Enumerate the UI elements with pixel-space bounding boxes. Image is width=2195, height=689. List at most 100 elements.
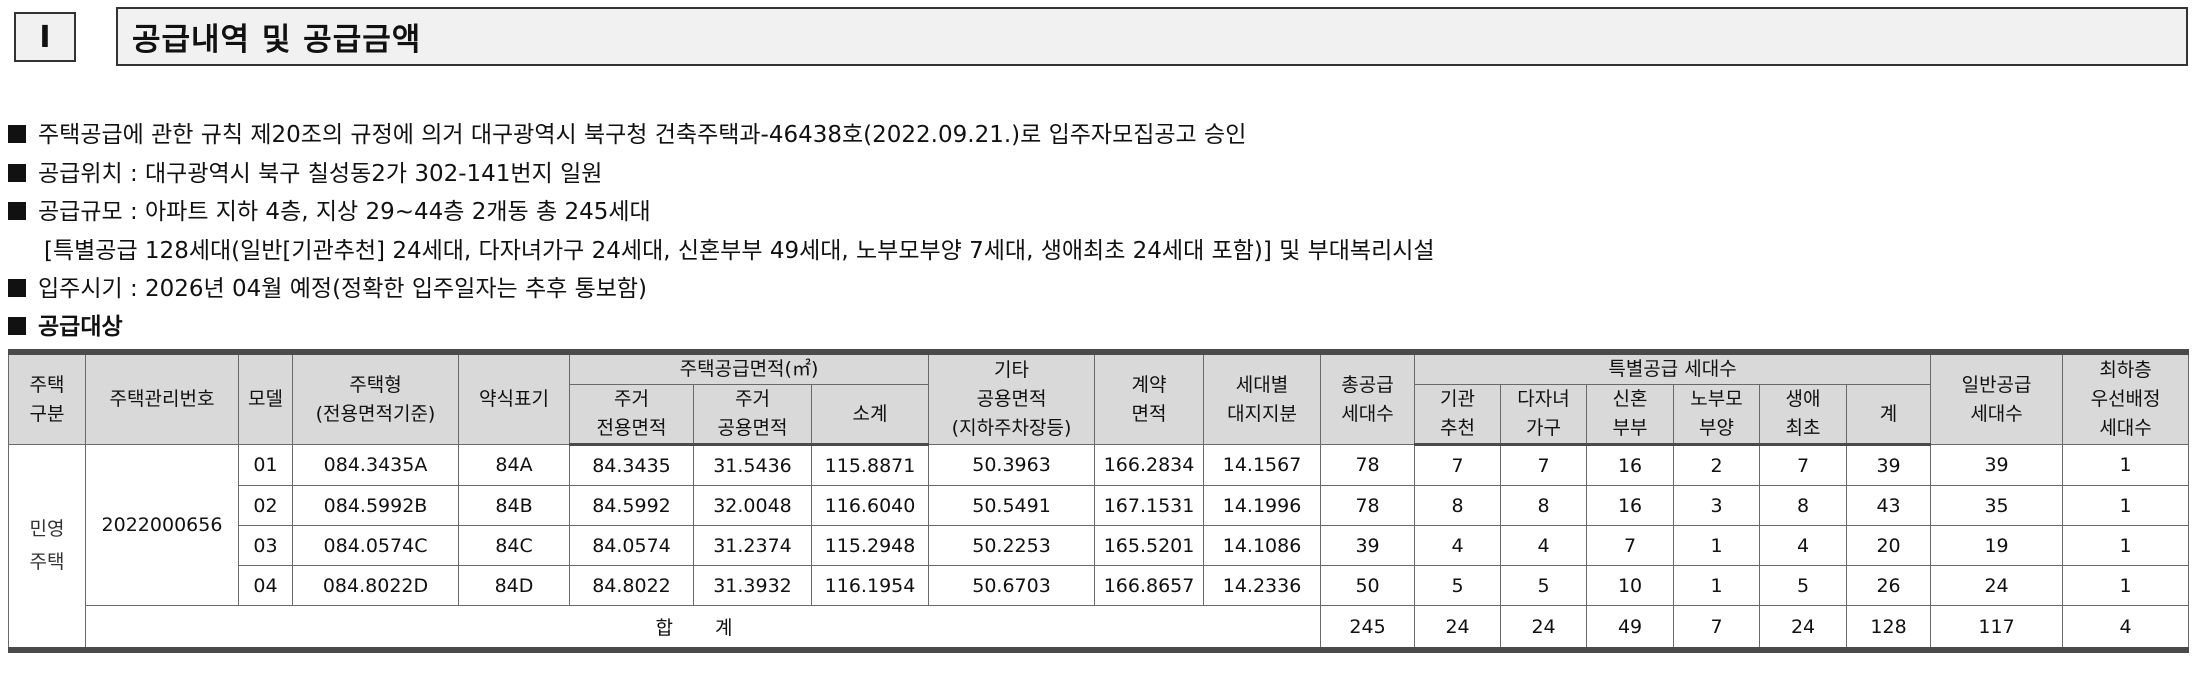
- bullet-square-icon: [8, 279, 26, 297]
- header-newlywed: 신혼 부부: [1586, 384, 1675, 446]
- short-label-cell: 84C: [458, 525, 570, 566]
- total-row: 합 계 245 24 24 49 7 24 128 117 4: [9, 605, 2190, 651]
- model-cell: 02: [238, 485, 293, 526]
- header-model: 모델: [238, 351, 293, 445]
- table-row: 민영 주택 2022000656 01 084.3435A 84A 84.343…: [8, 444, 2190, 651]
- land-share-cell: 14.1567: [1203, 444, 1322, 486]
- lowest-floor-cell: 1: [2062, 565, 2190, 606]
- common-area-cell: 31.5436: [693, 444, 812, 486]
- elderly-cell: 1: [1673, 565, 1761, 606]
- info-line-location: 공급위치 : 대구광역시 북구 칠성동2가 302-141번지 일원: [8, 154, 602, 188]
- house-type-cell: 084.0574C: [292, 525, 459, 566]
- elderly-cell: 1: [1673, 525, 1761, 566]
- header-special-supply-group: 특별공급 세대수: [1414, 351, 1932, 385]
- land-share-cell: 14.1996: [1203, 485, 1322, 526]
- header-land-share: 세대별 대지지분: [1203, 351, 1322, 445]
- exclusive-area-cell: 84.3435: [569, 444, 694, 486]
- short-label-cell: 84A: [458, 444, 570, 486]
- header-other-common-area: 기타 공용면적 (지하주차장등): [928, 351, 1096, 445]
- multi-child-cell: 7: [1500, 444, 1588, 486]
- header-multi-child: 다자녀 가구: [1500, 384, 1588, 446]
- total-supply-cell: 245: [1320, 605, 1416, 651]
- bullet-square-icon: [8, 317, 26, 335]
- contract-area-cell: 166.2834: [1094, 444, 1205, 486]
- newlywed-cell: 49: [1586, 605, 1675, 651]
- table-row: 04 084.8022D 84D 84.8022 31.3932 116.195…: [9, 565, 2190, 606]
- header-first-time: 생애 최초: [1759, 384, 1848, 446]
- institution-cell: 8: [1414, 485, 1502, 526]
- bullet-square-icon: [8, 202, 26, 220]
- first-time-cell: 7: [1759, 444, 1848, 486]
- multi-child-cell: 24: [1500, 605, 1588, 651]
- first-time-cell: 8: [1759, 485, 1848, 526]
- first-time-cell: 5: [1759, 565, 1848, 606]
- common-area-cell: 31.3932: [693, 565, 812, 606]
- bullet-square-icon: [8, 125, 26, 143]
- general-supply-cell: 39: [1930, 444, 2064, 486]
- management-no-cell: 2022000656: [85, 444, 239, 606]
- house-type-cell: 084.3435A: [292, 444, 459, 486]
- common-area-cell: 31.2374: [693, 525, 812, 566]
- header-elderly: 노부모 부양: [1673, 384, 1761, 446]
- short-label-cell: 84D: [458, 565, 570, 606]
- exclusive-area-cell: 84.5992: [569, 485, 694, 526]
- house-type-cell: 084.8022D: [292, 565, 459, 606]
- institution-cell: 5: [1414, 565, 1502, 606]
- special-sum-cell: 20: [1846, 525, 1932, 566]
- section-title: 공급내역 및 공급금액: [116, 7, 2188, 66]
- other-common-cell: 50.3963: [928, 444, 1096, 486]
- header-special-sum: 계: [1846, 384, 1932, 446]
- total-supply-cell: 50: [1320, 565, 1416, 606]
- header-total-supply: 총공급 세대수: [1320, 351, 1416, 445]
- land-share-cell: 14.2336: [1203, 565, 1322, 606]
- lowest-floor-cell: 4: [2062, 605, 2190, 651]
- general-supply-cell: 24: [1930, 565, 2064, 606]
- header-exclusive-area: 주거 전용면적: [569, 384, 694, 446]
- table-row: 03 084.0574C 84C 84.0574 31.2374 115.294…: [9, 525, 2190, 566]
- model-cell: 03: [238, 525, 293, 566]
- info-line-approval: 주택공급에 관한 규칙 제20조의 규정에 의거 대구광역시 북구청 건축주택과…: [8, 115, 1246, 149]
- lowest-floor-cell: 1: [2062, 444, 2190, 486]
- info-line-supply-target: 공급대상: [8, 307, 123, 341]
- total-supply-cell: 39: [1320, 525, 1416, 566]
- total-supply-cell: 78: [1320, 485, 1416, 526]
- other-common-cell: 50.6703: [928, 565, 1096, 606]
- header-institution: 기관 추천: [1414, 384, 1502, 446]
- special-sum-cell: 39: [1846, 444, 1932, 486]
- land-share-cell: 14.1086: [1203, 525, 1322, 566]
- institution-cell: 4: [1414, 525, 1502, 566]
- other-common-cell: 50.2253: [928, 525, 1096, 566]
- special-sum-cell: 128: [1846, 605, 1932, 651]
- first-time-cell: 4: [1759, 525, 1848, 566]
- elderly-cell: 2: [1673, 444, 1761, 486]
- section-number: I: [14, 12, 76, 62]
- lowest-floor-cell: 1: [2062, 485, 2190, 526]
- info-line-special-supply: [특별공급 128세대(일반[기관추천] 24세대, 다자녀가구 24세대, 신…: [44, 238, 1435, 264]
- institution-cell: 7: [1414, 444, 1502, 486]
- general-supply-cell: 117: [1930, 605, 2064, 651]
- info-line-scale: 공급규모 : 아파트 지하 4층, 지상 29~44층 2개동 총 245세대: [8, 192, 651, 226]
- exclusive-area-cell: 84.8022: [569, 565, 694, 606]
- header-house-category: 주택 구분: [8, 351, 86, 445]
- total-label: 합 계: [84, 605, 1322, 651]
- header-supply-area-group: 주택공급면적(㎡): [568, 351, 930, 385]
- newlywed-cell: 10: [1586, 565, 1675, 606]
- exclusive-area-cell: 84.0574: [569, 525, 694, 566]
- header-house-type: 주택형 (전용면적기준): [292, 351, 459, 445]
- elderly-cell: 7: [1673, 605, 1761, 651]
- special-sum-cell: 26: [1846, 565, 1932, 606]
- multi-child-cell: 8: [1500, 485, 1588, 526]
- house-type-cell: 084.5992B: [292, 485, 459, 526]
- house-category-cell: 민영 주택: [8, 444, 86, 651]
- model-cell: 04: [238, 565, 293, 606]
- header-management-no: 주택관리번호: [85, 351, 239, 445]
- bullet-square-icon: [8, 164, 26, 182]
- newlywed-cell: 16: [1586, 444, 1675, 486]
- lowest-floor-cell: 1: [2062, 525, 2190, 566]
- header-subtotal: 소계: [810, 384, 930, 446]
- header-short-label: 약식표기: [458, 351, 570, 445]
- multi-child-cell: 5: [1500, 565, 1588, 606]
- newlywed-cell: 16: [1586, 485, 1675, 526]
- supply-table: 주택 구분 주택관리번호 모델 주택형 (전용면적기준) 약식표기 주택공급면적…: [8, 349, 2190, 653]
- contract-area-cell: 166.8657: [1094, 565, 1205, 606]
